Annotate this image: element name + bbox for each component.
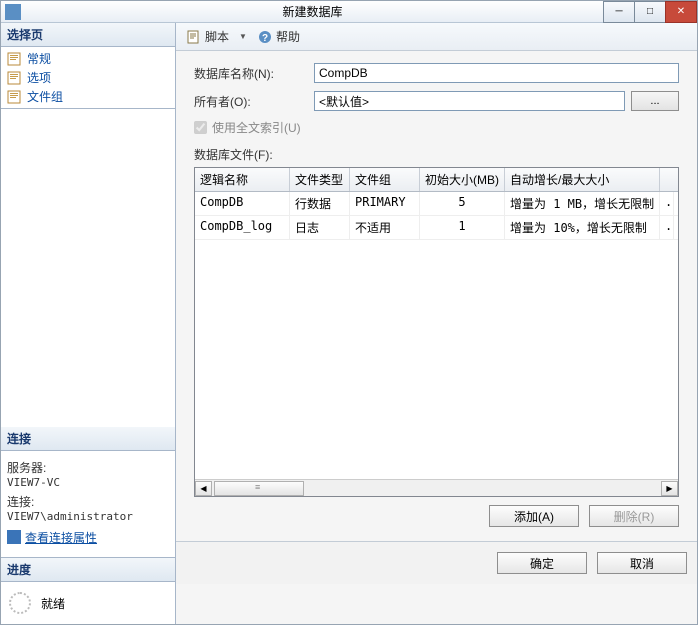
scroll-thumb[interactable] xyxy=(214,481,304,496)
col-autogrowth[interactable]: 自动增长/最大大小 xyxy=(505,168,660,191)
ok-button[interactable]: 确定 xyxy=(497,552,587,574)
cell-name[interactable]: CompDB xyxy=(195,192,290,215)
toolbar: 脚本 ▼ ? 帮助 xyxy=(176,23,697,51)
cell-name[interactable]: CompDB_log xyxy=(195,216,290,239)
col-initial-size[interactable]: 初始大小(MB) xyxy=(420,168,505,191)
connection-body: 服务器: VIEW7-VC 连接: VIEW7\administrator 查看… xyxy=(1,451,175,558)
left-spacer xyxy=(1,109,175,427)
scroll-left-button[interactable]: ◀ xyxy=(195,481,212,496)
cell-filegroup[interactable]: PRIMARY xyxy=(350,192,420,215)
cell-size[interactable]: 1 xyxy=(420,216,505,239)
cell-growth-browse[interactable]: . xyxy=(660,192,674,215)
conn-label: 连接: xyxy=(7,493,169,510)
minimize-button[interactable]: ─ xyxy=(603,1,635,23)
files-label: 数据库文件(F): xyxy=(194,146,679,163)
page-icon xyxy=(7,71,23,85)
db-name-label: 数据库名称(N): xyxy=(194,65,314,82)
dialog-footer: 确定 取消 xyxy=(176,541,697,584)
progress-section: 进度 就绪 xyxy=(1,558,175,624)
right-panel: 脚本 ▼ ? 帮助 数据库名称(N): 所有者(O): ... xyxy=(176,23,697,624)
app-icon xyxy=(5,4,21,20)
connection-section: 连接 服务器: VIEW7-VC 连接: VIEW7\administrator… xyxy=(1,427,175,559)
col-logical-name[interactable]: 逻辑名称 xyxy=(195,168,290,191)
nav-item-filegroups[interactable]: 文件组 xyxy=(1,87,175,106)
owner-browse-button[interactable]: ... xyxy=(631,91,679,111)
nav-label: 文件组 xyxy=(27,88,63,105)
help-label: 帮助 xyxy=(276,28,300,45)
script-icon xyxy=(186,29,202,45)
help-icon: ? xyxy=(257,29,273,45)
table-row[interactable]: CompDB 行数据 PRIMARY 5 增量为 1 MB，增长无限制 . xyxy=(195,192,678,216)
page-nav-list: 常规 选项 文件组 xyxy=(1,47,175,108)
grid-body: CompDB 行数据 PRIMARY 5 增量为 1 MB，增长无限制 . Co… xyxy=(195,192,678,479)
page-icon xyxy=(7,90,23,104)
svg-text:?: ? xyxy=(262,33,268,44)
cell-growth[interactable]: 增量为 10%，增长无限制 xyxy=(505,216,660,239)
owner-input[interactable] xyxy=(314,91,625,111)
cell-type[interactable]: 行数据 xyxy=(290,192,350,215)
server-label: 服务器: xyxy=(7,459,169,476)
grid-actions: 添加(A) 删除(R) xyxy=(194,497,679,535)
link-label: 查看连接属性 xyxy=(25,529,97,546)
files-grid[interactable]: 逻辑名称 文件类型 文件组 初始大小(MB) 自动增长/最大大小 CompDB … xyxy=(194,167,679,497)
close-button[interactable]: ✕ xyxy=(665,1,697,23)
form-area: 数据库名称(N): 所有者(O): ... 使用全文索引(U) 数据库文件(F)… xyxy=(176,51,697,541)
remove-button: 删除(R) xyxy=(589,505,679,527)
window-title: 新建数据库 xyxy=(21,3,604,20)
cell-type[interactable]: 日志 xyxy=(290,216,350,239)
cell-growth[interactable]: 增量为 1 MB，增长无限制 xyxy=(505,192,660,215)
window-buttons: ─ □ ✕ xyxy=(604,1,697,23)
fulltext-row: 使用全文索引(U) xyxy=(194,119,679,136)
server-value: VIEW7-VC xyxy=(7,476,169,489)
progress-status: 就绪 xyxy=(41,595,65,612)
horizontal-scrollbar[interactable]: ◀ ▶ xyxy=(195,479,678,496)
nav-item-options[interactable]: 选项 xyxy=(1,68,175,87)
nav-label: 常规 xyxy=(27,50,51,67)
connection-header: 连接 xyxy=(1,427,175,451)
page-icon xyxy=(7,52,23,66)
nav-item-general[interactable]: 常规 xyxy=(1,49,175,68)
select-page-header: 选择页 xyxy=(1,23,175,47)
col-file-type[interactable]: 文件类型 xyxy=(290,168,350,191)
scroll-track[interactable] xyxy=(212,481,661,496)
scroll-right-button[interactable]: ▶ xyxy=(661,481,678,496)
help-button[interactable]: ? 帮助 xyxy=(253,26,304,47)
db-name-row: 数据库名称(N): xyxy=(194,63,679,83)
titlebar[interactable]: 新建数据库 ─ □ ✕ xyxy=(1,1,697,23)
progress-body: 就绪 xyxy=(1,582,175,624)
script-button[interactable]: 脚本 xyxy=(182,26,233,47)
conn-value: VIEW7\administrator xyxy=(7,510,169,523)
db-name-input[interactable] xyxy=(314,63,679,83)
dialog-body: 选择页 常规 选项 文件组 xyxy=(1,23,697,624)
window: 新建数据库 ─ □ ✕ 选择页 常规 选项 xyxy=(0,0,698,625)
properties-icon xyxy=(7,530,21,544)
script-label: 脚本 xyxy=(205,28,229,45)
fulltext-label: 使用全文索引(U) xyxy=(212,119,301,136)
fulltext-checkbox xyxy=(194,121,207,134)
view-connection-props-link[interactable]: 查看连接属性 xyxy=(7,529,97,546)
spinner-icon xyxy=(9,592,31,614)
add-button[interactable]: 添加(A) xyxy=(489,505,579,527)
select-page-section: 选择页 常规 选项 文件组 xyxy=(1,23,175,109)
owner-row: 所有者(O): ... xyxy=(194,91,679,111)
cancel-button[interactable]: 取消 xyxy=(597,552,687,574)
cell-filegroup[interactable]: 不适用 xyxy=(350,216,420,239)
progress-header: 进度 xyxy=(1,558,175,582)
grid-header: 逻辑名称 文件类型 文件组 初始大小(MB) 自动增长/最大大小 xyxy=(195,168,678,192)
owner-label: 所有者(O): xyxy=(194,93,314,110)
maximize-button[interactable]: □ xyxy=(634,1,666,23)
cell-size[interactable]: 5 xyxy=(420,192,505,215)
nav-label: 选项 xyxy=(27,69,51,86)
cell-growth-browse[interactable]: . xyxy=(660,216,674,239)
col-filegroup[interactable]: 文件组 xyxy=(350,168,420,191)
chevron-down-icon[interactable]: ▼ xyxy=(239,32,247,41)
left-panel: 选择页 常规 选项 文件组 xyxy=(1,23,176,624)
table-row[interactable]: CompDB_log 日志 不适用 1 增量为 10%，增长无限制 . xyxy=(195,216,678,240)
